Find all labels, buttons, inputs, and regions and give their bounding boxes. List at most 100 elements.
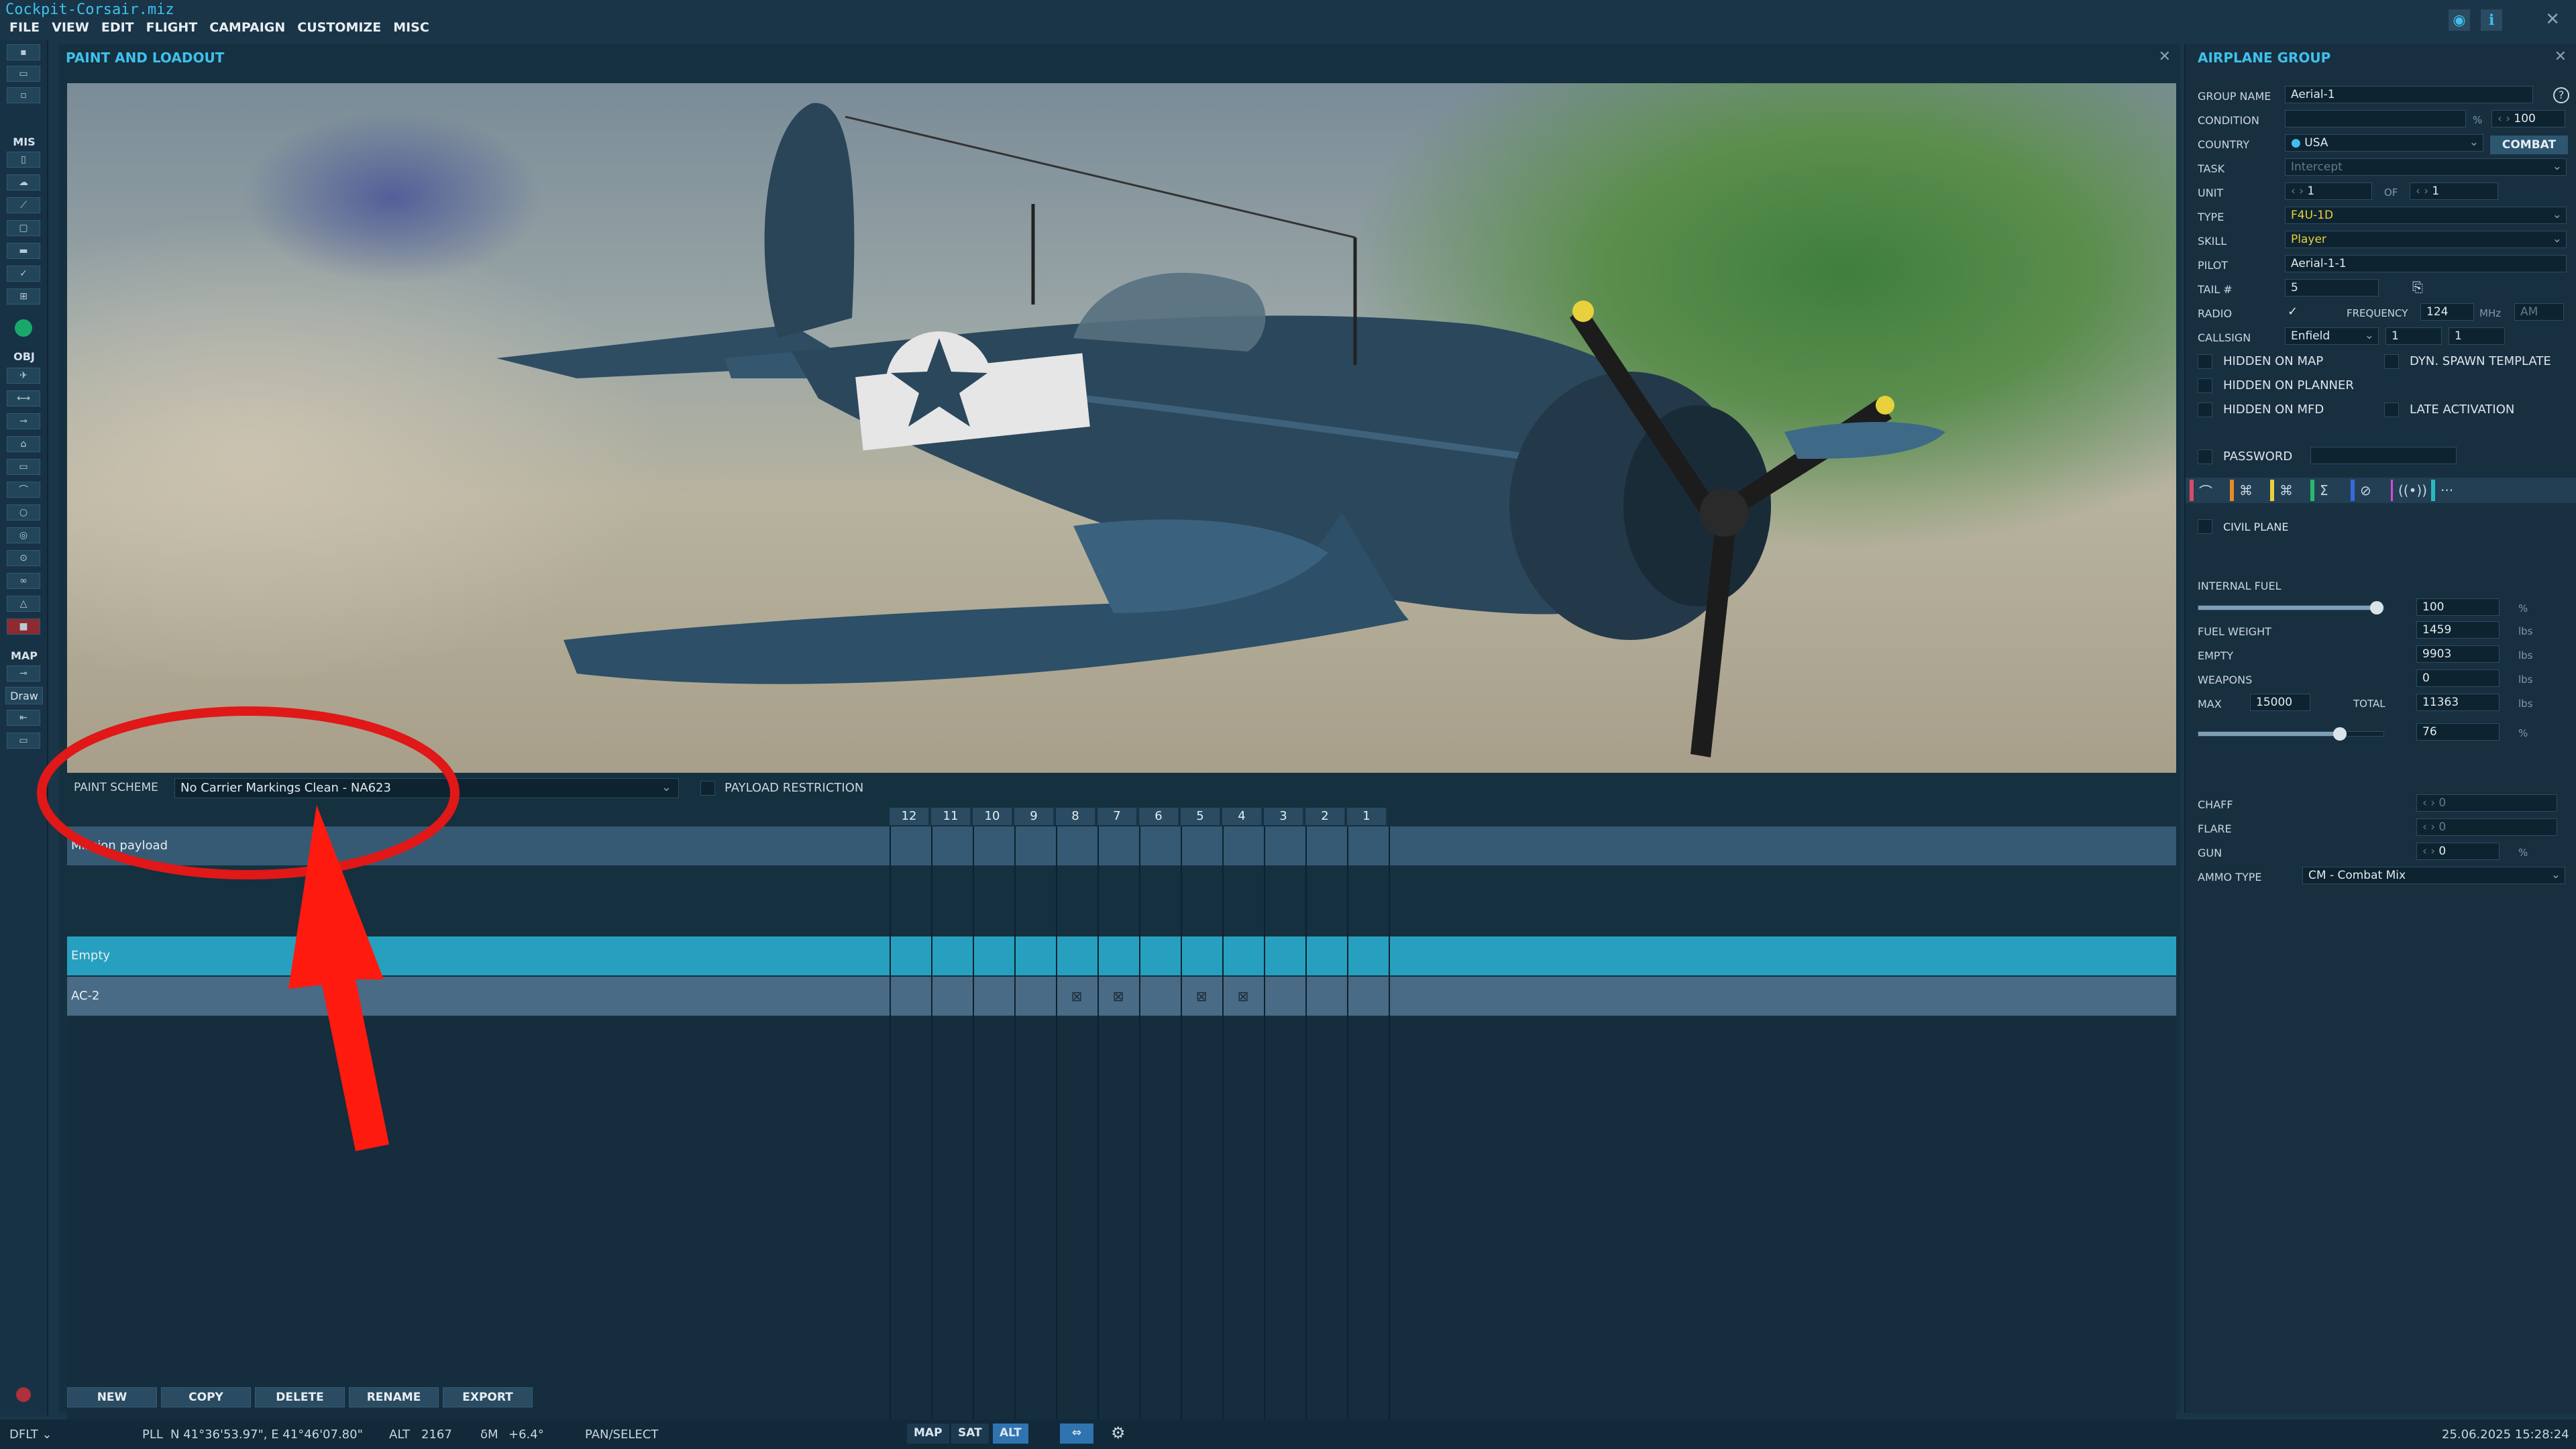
late-activation-checkbox[interactable] (2384, 402, 2399, 417)
layer-icon[interactable]: ▭ (7, 733, 40, 749)
menu-view[interactable]: VIEW (52, 20, 89, 39)
new-mission-icon[interactable]: ▪ (7, 44, 40, 60)
settings-icon[interactable]: ⚙ (1111, 1424, 1126, 1442)
record-status-icon[interactable] (16, 1387, 31, 1402)
key-icon[interactable]: ⊸ (7, 665, 40, 682)
frequency-input[interactable]: 124 (2420, 303, 2474, 321)
flare-stepper[interactable]: ‹ › 0 (2416, 818, 2557, 836)
internal-fuel-input[interactable]: 100 (2416, 598, 2500, 616)
tab-sat[interactable]: SAT (951, 1424, 989, 1444)
tab-map[interactable]: MAP (907, 1424, 949, 1444)
pilot-input[interactable]: Aerial-1-1 (2285, 255, 2567, 272)
group-name-input[interactable]: Aerial-1 (2285, 86, 2533, 103)
ammo-type-select[interactable]: CM - Combat Mix ⌄ (2302, 867, 2565, 884)
tab-radio[interactable]: ((•)) (2387, 478, 2427, 503)
unit-stepper[interactable]: ‹ › 1 (2285, 182, 2372, 200)
static-icon[interactable]: ▭ (7, 459, 40, 475)
loadout-row-mission-payload[interactable]: Mission payload (67, 826, 2176, 865)
internal-fuel-slider[interactable] (2198, 601, 2384, 614)
tail-input[interactable]: 5 (2285, 279, 2379, 297)
weapon-mark-icon[interactable]: ⊠ (1111, 989, 1126, 1004)
trigger-icon[interactable]: ⟋ (7, 197, 40, 213)
internal-fuel-knob[interactable] (2370, 601, 2383, 614)
menu-misc[interactable]: MISC (393, 20, 429, 39)
menu-file[interactable]: FILE (9, 20, 40, 39)
gun-stepper[interactable]: ‹ › 0 (2416, 843, 2500, 860)
export-button[interactable]: EXPORT (443, 1387, 533, 1407)
rename-button[interactable]: RENAME (349, 1387, 439, 1407)
radio-checkbox[interactable]: ✓ (2288, 305, 2298, 319)
links-icon[interactable]: ▬ (7, 243, 40, 259)
coord-mode[interactable]: PLL (142, 1428, 163, 1442)
zone-icon[interactable]: ○ (7, 504, 40, 521)
help-icon[interactable]: ? (2553, 87, 2569, 103)
copy-button[interactable]: COPY (161, 1387, 251, 1407)
helicopter-icon[interactable]: ⟷ (7, 390, 40, 407)
hidden-on-map-checkbox[interactable] (2198, 354, 2212, 369)
tab-alt[interactable]: ALT (993, 1424, 1028, 1444)
condition-stepper[interactable]: ‹ › 100 (2491, 110, 2565, 127)
panel-close-icon[interactable]: ✕ (2159, 48, 2171, 65)
target-icon[interactable]: ◎ (7, 527, 40, 543)
tab-triggered-actions[interactable]: ⌘ (2266, 478, 2306, 503)
ground-group-icon[interactable]: ⊞ (7, 288, 40, 305)
weapon-mark-icon[interactable]: ⊠ (1069, 989, 1084, 1004)
modulation-select[interactable]: AM (2514, 303, 2564, 321)
menu-flight[interactable]: FLIGHT (146, 20, 198, 39)
menu-edit[interactable]: EDIT (101, 20, 134, 39)
delete-button[interactable]: DELETE (255, 1387, 345, 1407)
airplane-icon[interactable]: ✈ (7, 368, 40, 384)
skill-select[interactable]: Player ⌄ (2285, 231, 2567, 248)
nav-point-icon[interactable]: ⊙ (7, 550, 40, 566)
of-stepper[interactable]: ‹ › 1 (2410, 182, 2498, 200)
menu-campaign[interactable]: CAMPAIGN (209, 20, 285, 39)
ground-unit-icon[interactable]: ⊸ (7, 413, 40, 429)
country-select[interactable]: ● USA ⌄ (2285, 134, 2483, 152)
ship-icon[interactable]: ⌂ (7, 436, 40, 452)
hidden-on-planner-checkbox[interactable] (2198, 378, 2212, 393)
shapes-icon[interactable]: △ (7, 596, 40, 612)
task-select[interactable]: Intercept ⌄ (2285, 158, 2567, 176)
template-icon[interactable]: ⌒ (7, 482, 40, 498)
wifi-icon[interactable]: ◉ (2449, 9, 2470, 31)
weather-icon[interactable]: ☁ (7, 174, 40, 191)
ruler-icon[interactable]: ∞ (7, 573, 40, 589)
callsign-number-2[interactable]: 1 (2449, 327, 2505, 345)
profile-select[interactable]: DFLT ⌄ (9, 1428, 52, 1442)
info-icon[interactable]: ℹ (2481, 9, 2502, 31)
weapon-mark-icon[interactable]: ⊠ (1194, 989, 1209, 1004)
tab-more[interactable]: ··· (2427, 478, 2467, 503)
weapon-mark-icon[interactable]: ⊠ (1236, 989, 1250, 1004)
airplane-group-close-icon[interactable]: ✕ (2555, 48, 2567, 65)
loadout-row-ac2[interactable]: AC-2 ⊠ ⊠ ⊠ ⊠ (67, 977, 2176, 1016)
measure-icon[interactable]: ⇤ (7, 710, 40, 726)
tab-summary[interactable]: Σ (2306, 478, 2347, 503)
app-close-icon[interactable]: ✕ (2545, 9, 2560, 30)
tab-failures[interactable]: ⊘ (2347, 478, 2387, 503)
tail-picker-icon[interactable]: ⎘ (2412, 279, 2430, 297)
draw-button[interactable]: Draw (5, 687, 43, 704)
loadout-row-empty[interactable]: Empty (67, 936, 2176, 975)
status-green-icon[interactable] (15, 319, 32, 337)
ruler-toggle-icon[interactable]: ⇔ (1060, 1424, 1093, 1444)
menu-customize[interactable]: CUSTOMIZE (297, 20, 381, 39)
hidden-on-mfd-checkbox[interactable] (2198, 402, 2212, 417)
password-checkbox[interactable] (2198, 449, 2212, 464)
combat-button[interactable]: COMBAT (2490, 136, 2568, 154)
condition-bar[interactable] (2285, 110, 2466, 127)
password-input[interactable] (2310, 447, 2457, 464)
save-mission-icon[interactable]: ▫ (7, 87, 40, 103)
payload-restriction-checkbox[interactable] (700, 781, 715, 796)
paint-scheme-select[interactable]: No Carrier Markings Clean - NA623 ⌄ (174, 778, 679, 798)
civil-plane-checkbox[interactable] (2198, 519, 2212, 534)
record-icon[interactable]: ■ (7, 619, 40, 635)
new-button[interactable]: NEW (67, 1387, 157, 1407)
tab-route[interactable]: ⌒ (2186, 478, 2226, 503)
check-icon[interactable]: ✓ (7, 266, 40, 282)
chaff-stepper[interactable]: ‹ › 0 (2416, 794, 2557, 812)
type-select[interactable]: F4U-1D ⌄ (2285, 207, 2567, 224)
briefing-icon[interactable]: ▯ (7, 152, 40, 168)
tab-payload[interactable]: ⌘ (2226, 478, 2266, 503)
callsign-select[interactable]: Enfield ⌄ (2285, 327, 2379, 345)
open-mission-icon[interactable]: ▭ (7, 66, 40, 82)
